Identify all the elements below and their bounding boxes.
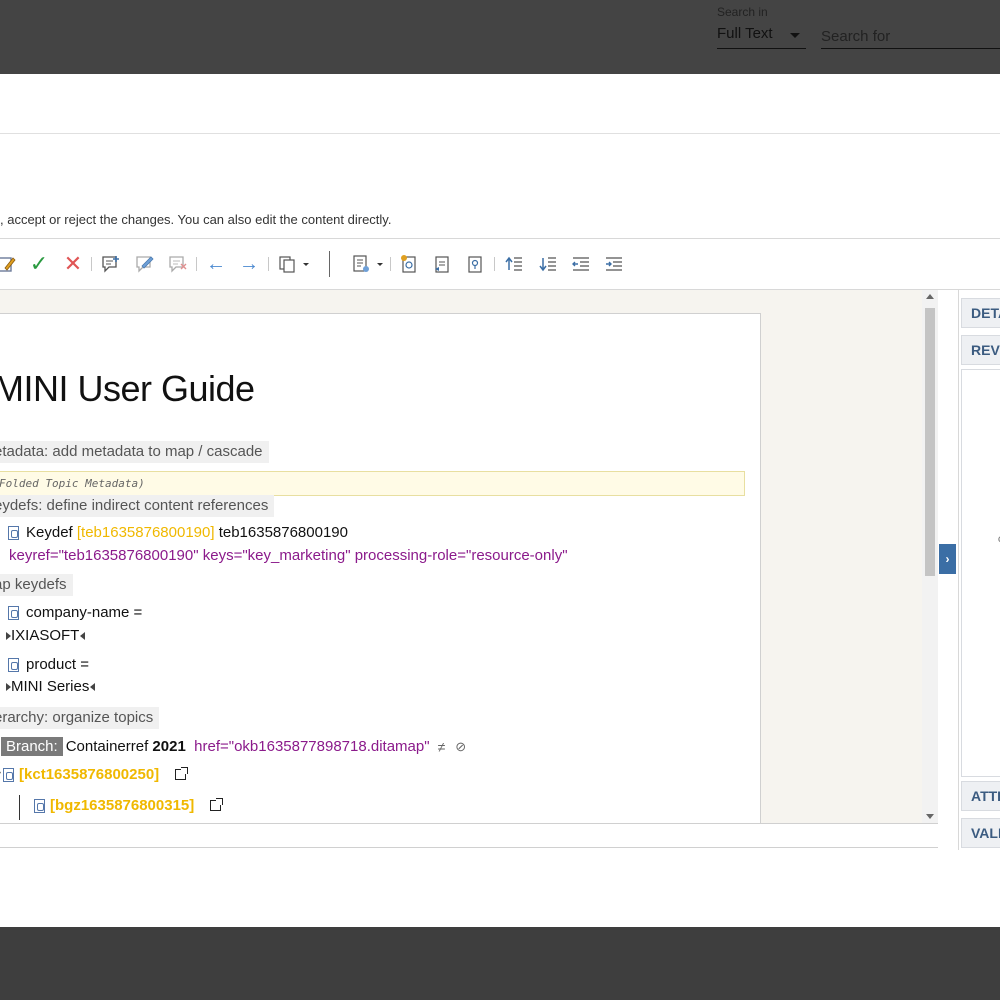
add-comment-icon[interactable]	[100, 253, 122, 275]
insert-keydef-icon[interactable]	[464, 253, 486, 275]
remove-comment-icon[interactable]	[167, 253, 189, 275]
review-actions-dropdown-icon[interactable]	[277, 253, 311, 275]
triangle-left-icon	[80, 631, 86, 640]
track-changes-icon[interactable]	[0, 253, 18, 275]
bottom-backdrop	[0, 927, 1000, 1000]
top-bar: Search in Full Text	[0, 0, 1000, 74]
topic-id-2: [bgz1635876800315]	[50, 797, 195, 814]
promote-icon[interactable]	[570, 253, 592, 275]
product-value: MINI Series	[11, 678, 90, 695]
hide-icon[interactable]: ⊘	[455, 739, 466, 755]
search-scope-value: Full Text	[717, 25, 773, 42]
insert-topic-icon[interactable]	[431, 253, 453, 275]
scrollbar-thumb[interactable]	[925, 308, 935, 576]
product-row[interactable]: product =	[8, 656, 89, 673]
tab-validation[interactable]: VALI	[961, 818, 1000, 848]
branch-row[interactable]: Branch: Containerref 2021 href="okb163587…	[1, 737, 466, 756]
search-scope-label: Search in	[717, 5, 768, 19]
edit-comment-icon[interactable]	[134, 253, 156, 275]
branch-tag: Branch:	[1, 737, 63, 756]
instructions-text: , accept or reject the changes. You can …	[0, 212, 392, 227]
hierarchy-section-label: erarchy: organize topics	[0, 707, 160, 729]
product-label: product =	[26, 656, 89, 673]
metadata-section-label: etadata: add metadata to map / cascade	[0, 441, 269, 463]
keydef-attributes: keyref="teb1635876800190" keys="key_mark…	[9, 547, 568, 564]
compare-icon[interactable]: ≠	[438, 739, 446, 755]
review-dialog: , accept or reject the changes. You can …	[0, 74, 1000, 927]
keydef-doc-icon	[8, 525, 19, 540]
search-input[interactable]	[821, 22, 1000, 49]
move-up-icon[interactable]	[503, 253, 525, 275]
keydef-row[interactable]: Keydef [teb1635876800190] teb16358768001…	[8, 524, 348, 541]
toolbar-divider	[196, 257, 197, 271]
branch-year: 2021	[152, 738, 186, 755]
tab-review[interactable]: REVI	[961, 335, 1000, 365]
tree-connector	[19, 795, 20, 820]
tab-details[interactable]: DETA	[961, 298, 1000, 328]
side-panel-toggle-button[interactable]: ›	[939, 544, 956, 574]
next-change-icon[interactable]: →	[238, 253, 260, 275]
folded-metadata-box[interactable]: Folded Topic Metadata)	[0, 471, 745, 496]
keydef-id: teb1635876800190	[218, 524, 348, 541]
tab-attributes[interactable]: ATTR	[961, 781, 1000, 811]
accept-change-icon[interactable]: ✓	[28, 253, 50, 275]
expand-icon[interactable]: ▾	[0, 769, 1, 780]
toolbar-divider	[390, 257, 391, 271]
keydef-doc-icon	[8, 657, 19, 672]
topic-row-1[interactable]: ▾ [kct1635876800250]	[0, 766, 189, 783]
company-name-value-row[interactable]: IXIASOFT	[6, 627, 86, 644]
chevron-down-icon	[790, 33, 800, 38]
show-map-dropdown-icon[interactable]	[351, 253, 385, 275]
toolbar-divider	[268, 257, 269, 271]
open-external-icon[interactable]	[175, 767, 189, 780]
editor-scrollbar[interactable]	[922, 290, 938, 823]
toolbar-divider	[91, 257, 92, 271]
topic-id-1: [kct1635876800250]	[19, 766, 160, 783]
search-scope-select[interactable]: Full Text	[717, 22, 806, 49]
map-editor[interactable]: MINI User Guide etadata: add metadata to…	[0, 290, 938, 823]
editor-page: MINI User Guide etadata: add metadata to…	[0, 313, 761, 823]
company-name-value: IXIASOFT	[11, 627, 80, 644]
company-name-row[interactable]: company-name =	[8, 604, 142, 621]
reject-change-icon[interactable]: ✕	[62, 253, 84, 275]
keydefs-section-label: eydefs: define indirect content referenc…	[0, 495, 275, 517]
branch-label: Containerref	[65, 738, 149, 755]
triangle-left-icon	[90, 682, 96, 691]
toolbar-divider	[329, 251, 330, 277]
move-down-icon[interactable]	[537, 253, 559, 275]
branch-href: href="okb1635877898718.ditamap"	[194, 738, 430, 755]
scroll-down-icon[interactable]	[926, 814, 934, 819]
keydef-label: Keydef	[26, 524, 73, 541]
toolbar-divider	[494, 257, 495, 271]
side-panel: DETA REVI c ATTR VALI	[958, 290, 1000, 850]
open-external-icon[interactable]	[210, 798, 224, 811]
keydef-doc-icon	[8, 605, 19, 620]
keydef-id-bracket: [teb1635876800190]	[76, 524, 215, 541]
topic-doc-icon	[3, 767, 15, 782]
review-toolbar: ✓ ✕ ← →	[0, 238, 1000, 290]
demote-icon[interactable]	[603, 253, 625, 275]
editor-status-strip	[0, 823, 938, 848]
scroll-up-icon[interactable]	[926, 294, 934, 299]
map-keydefs-section-label: ap keydefs	[0, 574, 73, 596]
product-value-row[interactable]: MINI Series	[6, 678, 96, 695]
company-name-label: company-name =	[26, 604, 143, 621]
insert-topicref-icon[interactable]	[398, 253, 420, 275]
review-panel-body: c	[961, 369, 1000, 777]
folded-metadata-text: Folded Topic Metadata)	[0, 477, 145, 490]
previous-change-icon[interactable]: ←	[205, 253, 227, 275]
topic-row-2[interactable]: [bgz1635876800315]	[34, 797, 224, 814]
page-title[interactable]: MINI User Guide	[0, 368, 255, 410]
header-divider	[0, 133, 1000, 134]
topic-doc-icon	[34, 798, 45, 813]
